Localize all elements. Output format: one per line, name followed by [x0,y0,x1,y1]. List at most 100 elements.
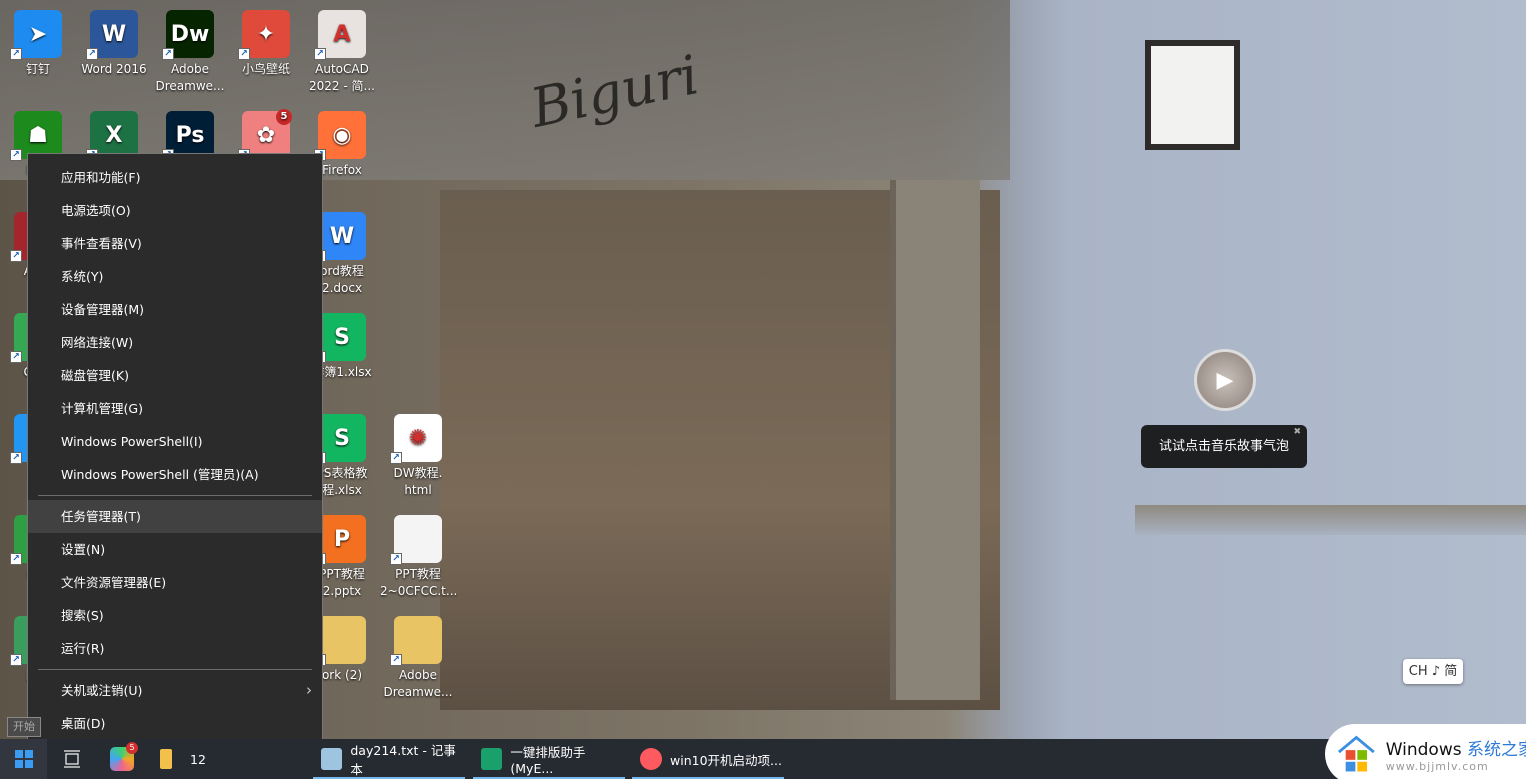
menu-item[interactable]: 桌面(D) [28,707,322,740]
app-icon: ✦ ↗ [238,10,290,60]
app-icon: ☗ ↗ [10,111,62,161]
play-icon: ▶ [1216,367,1234,393]
icon-label: 小鸟壁纸 [241,62,290,76]
task-view-button[interactable] [60,739,84,779]
desktop-icon[interactable]: Dw ↗ Adobe Dreamwe... [152,10,228,95]
menu-separator [38,669,312,670]
menu-item-label: 系统(Y) [61,269,104,284]
app-icon: ✿5↗ [238,109,292,161]
menu-item[interactable]: Windows PowerShell(I) [28,425,322,458]
app-icon: ◉↗ [314,111,366,161]
notification-badge: 5 [126,742,138,754]
menu-item[interactable]: Windows PowerShell (管理员)(A) [28,458,322,491]
shortcut-arrow-icon: ↗ [10,654,22,666]
menu-item[interactable]: 设置(N) [28,533,322,566]
shortcut-arrow-icon: ↗ [390,452,402,464]
app-icon: ↗ [390,616,442,666]
app-icon: Dw ↗ [162,10,214,60]
app-title: day214.txt - 记事本 [350,743,456,777]
menu-item-label: 设备管理器(M) [61,302,145,317]
icon-label: Adobe Dreamwe... [383,668,453,699]
taskbar-app-button[interactable]: win10开机启动项... [632,739,784,779]
menu-item[interactable]: 运行(R) [28,632,322,665]
app-icon: S↗ [314,313,366,363]
menu-item[interactable]: 应用和功能(F) [28,161,322,194]
start-button[interactable] [0,739,47,779]
menu-item[interactable]: 文件资源管理器(E) [28,566,322,599]
music-story-bubble-button[interactable]: ▶ [1194,349,1256,411]
menu-item[interactable]: 计算机管理(G) [28,392,322,425]
menu-item-label: 网络连接(W) [61,335,134,350]
colorful-app-icon: 5 [110,742,138,771]
desktop-icon[interactable]: W ↗ Word 2016 [76,10,152,78]
notification-badge: 5 [276,109,292,125]
menu-item[interactable]: 磁盘管理(K) [28,359,322,392]
app-title: win10开机启动项... [670,752,782,768]
menu-item[interactable]: 设备管理器(M) [28,293,322,326]
menu-item-label: 任务管理器(T) [61,509,141,524]
shortcut-arrow-icon: ↗ [10,250,22,262]
app-icon: ✺ ↗ [390,414,442,464]
menu-item[interactable]: 电源选项(O) [28,194,322,227]
icon-label: PPT教程 2~0CFCC.t... [380,567,458,598]
icon-label: Word 2016 [81,62,147,76]
app-icon: S↗ [314,414,366,464]
app-icon: W↗ [86,10,138,60]
menu-item[interactable]: 任务管理器(T) [28,500,322,533]
app-icon: ➤ ↗ [10,10,62,60]
desktop-icon[interactable]: ↗ Adobe Dreamwe... [380,616,456,701]
taskbar-app-button[interactable]: day214.txt - 记事本 [313,739,465,779]
chevron-right-icon: › [306,681,312,699]
taskbar-app-button[interactable]: 一键排版助手(MyE... [473,739,625,779]
taskbar: 5 12 day214.txt - 记事本 一键排版助手(MyE... win10开… [0,739,1526,779]
shortcut-arrow-icon: ↗ [10,351,22,363]
shortcut-arrow-icon: ↗ [10,452,22,464]
desktop-icon[interactable]: ✺ ↗ DW教程. html [380,414,456,499]
menu-item-label: 电源选项(O) [61,203,131,218]
desktop-icon[interactable]: A ↗ AutoCAD 2022 - 简... [304,10,380,95]
app-icon: ↗ [390,515,442,565]
windows-house-logo-icon [1337,735,1375,772]
notepad-icon [321,748,343,770]
menu-item[interactable]: 关机或注销(U) › [28,674,322,707]
watermark-url: www.bjjmlv.com [1385,760,1489,773]
icon-label: Adobe Dreamwe... [155,62,225,93]
menu-item[interactable]: 事件查看器(V) [28,227,322,260]
desktop-icon[interactable]: ✦ ↗ 小鸟壁纸 [228,10,304,78]
menu-separator [38,495,312,496]
menu-item-label: 磁盘管理(K) [61,368,129,383]
menu-item-label: 设置(N) [61,542,106,557]
menu-item[interactable]: 网络连接(W) [28,326,322,359]
menu-item-label: 运行(R) [61,641,105,656]
menu-item-label: 关机或注销(U) [61,683,143,698]
app-icon: X↗ [86,111,138,161]
app-icon: W↗ [314,212,366,262]
menu-item[interactable]: 系统(Y) [28,260,322,293]
shortcut-arrow-icon: ↗ [390,553,402,565]
windows-logo-icon [14,750,33,768]
shortcut-arrow-icon: ↗ [314,48,326,60]
app-icon: ↗ [314,616,366,666]
task-view-icon [64,750,80,768]
app-icon: P↗ [314,515,366,565]
close-icon[interactable]: ✖ [1293,427,1301,437]
menu-item-label: 应用和功能(F) [61,170,141,185]
taskbar-app-pinned[interactable]: 5 [110,739,138,779]
shortcut-arrow-icon: ↗ [10,48,22,60]
desktop-icon[interactable]: ↗ PPT教程 2~0CFCC.t... [380,515,458,600]
browser-icon [640,748,662,770]
shortcut-arrow-icon: ↗ [10,149,22,161]
folder-icon [160,749,172,769]
desktop-icon[interactable]: ➤ ↗ 钉钉 [0,10,76,78]
icon-label: AutoCAD 2022 - 简... [309,62,375,93]
menu-item-label: 计算机管理(G) [61,401,143,416]
ime-indicator[interactable]: CH ♪ 简 [1403,659,1463,684]
icon-label: DW教程. html [393,466,443,497]
myeditor-icon [481,748,503,770]
taskbar-file-explorer[interactable]: 12 [160,739,280,779]
shortcut-arrow-icon: ↗ [238,48,250,60]
shortcut-arrow-icon: ↗ [86,48,98,60]
menu-item[interactable]: 搜索(S) [28,599,322,632]
folder-window-count: 12 [190,751,206,767]
app-icon: A↗ [314,10,366,60]
